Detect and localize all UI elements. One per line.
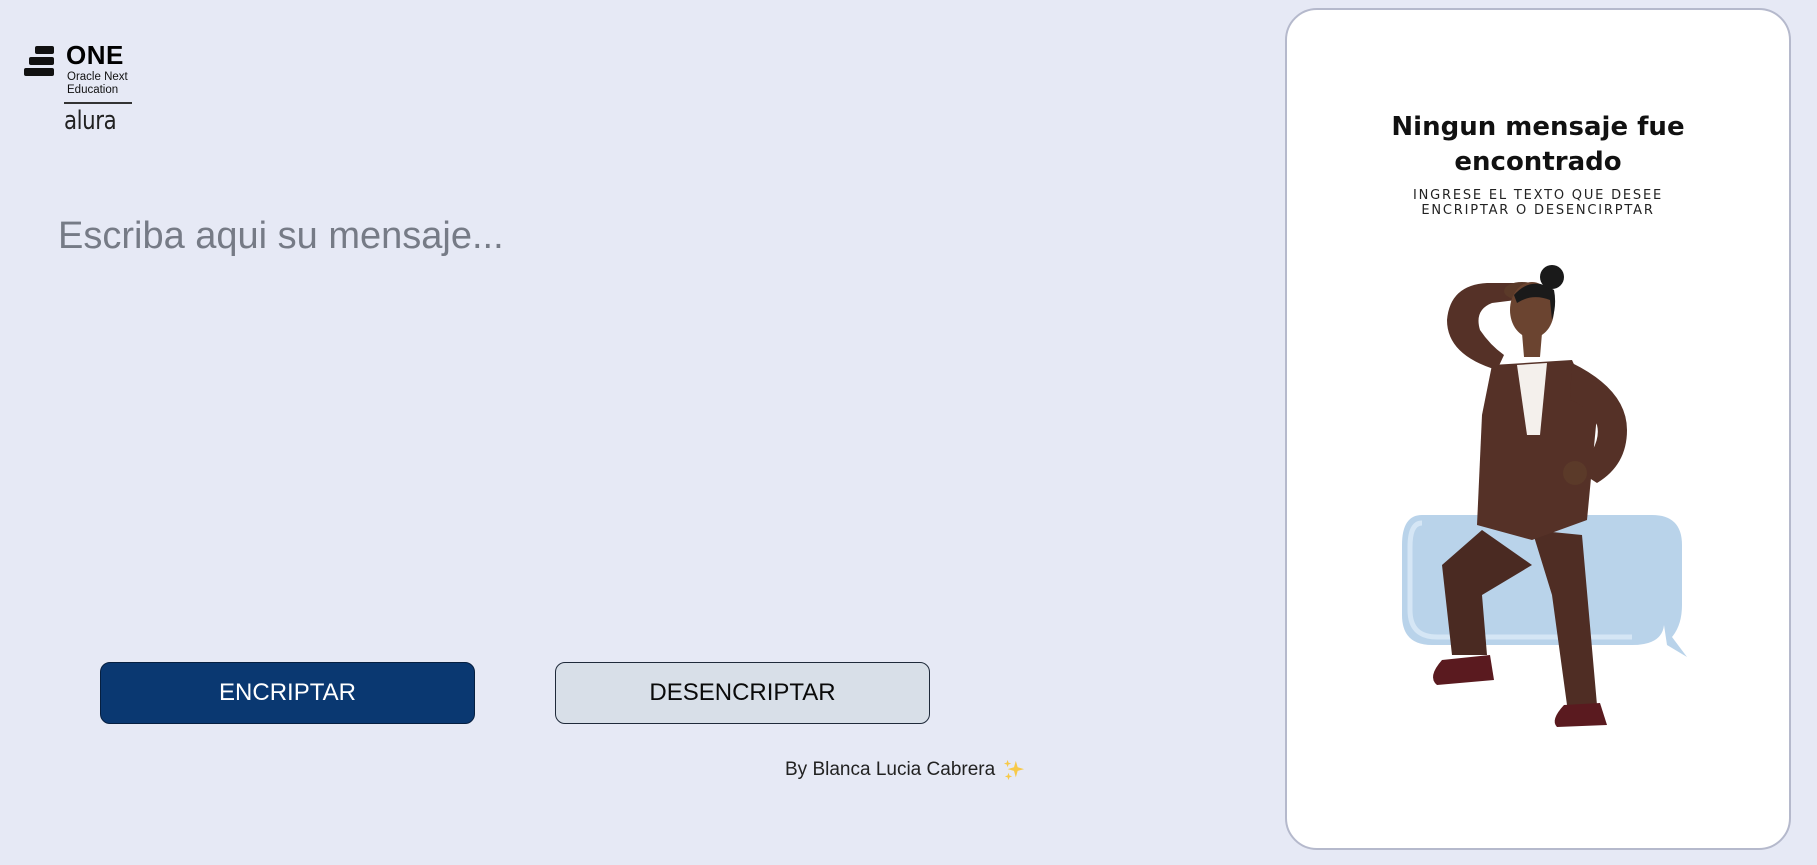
logo-line2: Education — [67, 84, 119, 96]
result-panel: Ningun mensaje fue encontrado INGRESE EL… — [1285, 8, 1791, 850]
logo-divider — [64, 102, 132, 104]
woman-searching-illustration-icon — [1402, 265, 1687, 727]
result-subtitle: INGRESE EL TEXTO QUE DESEE ENCRIPTAR O D… — [1412, 188, 1663, 218]
logo-line1: Oracle Next — [67, 71, 128, 83]
logo-subtitle: Oracle Next Education — [67, 71, 137, 97]
encrypt-button[interactable]: ENCRIPTAR — [100, 662, 475, 724]
author-credit: By Blanca Lucia Cabrera — [785, 759, 1025, 781]
author-credit-text: By Blanca Lucia Cabrera — [785, 759, 996, 780]
result-title: Ningun mensaje fue encontrado — [1391, 112, 1685, 177]
one-logo-icon — [24, 46, 54, 76]
decrypt-button[interactable]: DESENCRIPTAR — [555, 662, 930, 724]
message-input[interactable] — [58, 215, 1238, 635]
oracle-next-education-logo: ONE Oracle Next Education alura — [22, 40, 134, 140]
logo-brand: ONE — [66, 40, 124, 70]
alura-logo-text: alura — [64, 106, 117, 136]
sparkle-icon — [1004, 759, 1025, 781]
